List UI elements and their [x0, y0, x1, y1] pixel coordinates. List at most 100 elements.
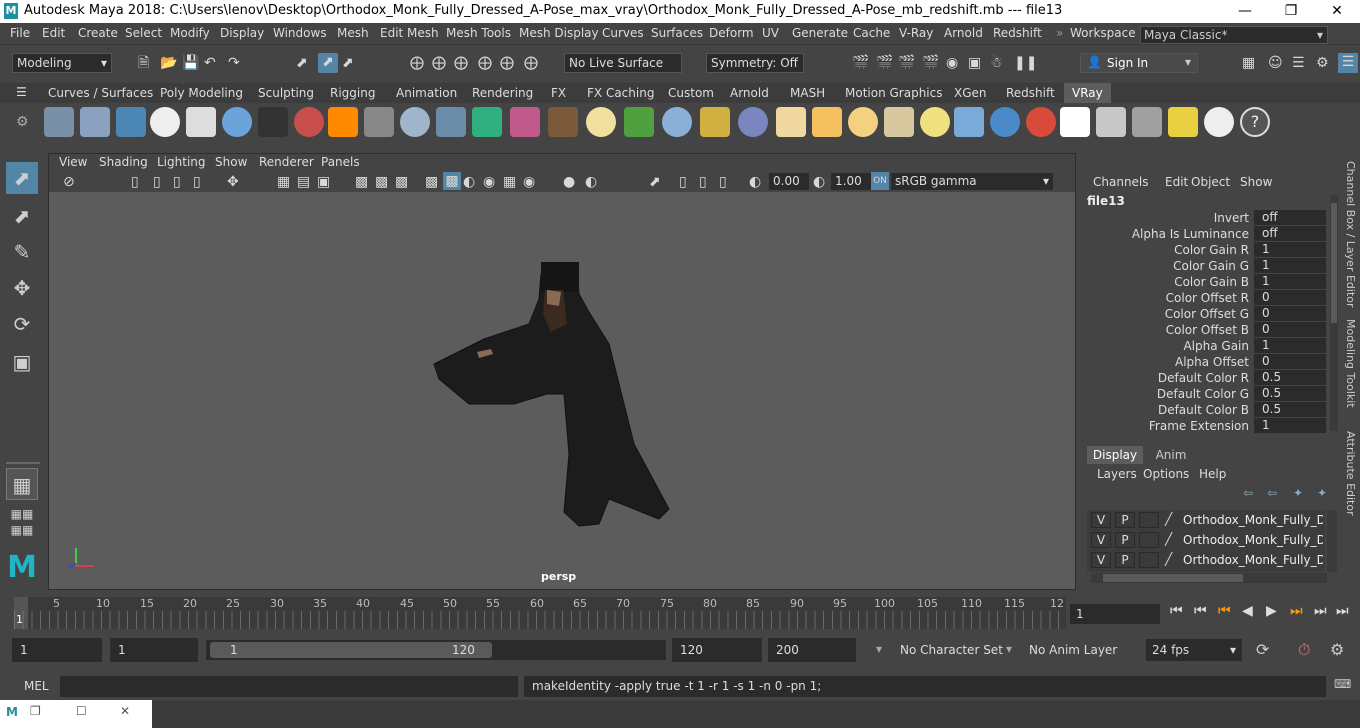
- side-tab-attribute-editor[interactable]: Attribute Editor: [1344, 431, 1357, 516]
- shelf-tab-redshift[interactable]: Redshift: [1006, 86, 1055, 100]
- vray-sun-icon[interactable]: [920, 107, 950, 137]
- snap-grid-icon[interactable]: ⨁: [410, 54, 424, 72]
- snap-curve-icon[interactable]: ⨁: [432, 54, 446, 72]
- layer-visibility-toggle[interactable]: V: [1091, 532, 1111, 548]
- open-scene-icon[interactable]: 📂: [160, 54, 177, 72]
- attr-row-color-gain-r[interactable]: Color Gain R 1: [1085, 242, 1329, 258]
- vray-light-lister-icon[interactable]: [1168, 107, 1198, 137]
- save-scene-icon[interactable]: 💾: [182, 54, 199, 72]
- viewport-menu-panels[interactable]: Panels: [321, 155, 360, 169]
- shelf-tab-motion-graphics[interactable]: Motion Graphics: [845, 86, 943, 100]
- shelf-tab-poly-modeling[interactable]: Poly Modeling: [160, 86, 243, 100]
- attr-row-alpha-is-luminance[interactable]: Alpha Is Luminance off: [1085, 226, 1329, 242]
- menu-curves[interactable]: Curves: [602, 26, 644, 40]
- viewport-menu-shading[interactable]: Shading: [99, 155, 148, 169]
- close-icon[interactable]: ✕: [1314, 0, 1360, 23]
- menu-redshift[interactable]: Redshift: [993, 26, 1042, 40]
- maximize-icon[interactable]: ❐: [1268, 0, 1314, 23]
- menu-mesh[interactable]: Mesh: [337, 26, 369, 40]
- channel-menu-object[interactable]: Object: [1191, 175, 1230, 189]
- menu-select[interactable]: Select: [125, 26, 162, 40]
- snap-live-icon[interactable]: ⨁: [524, 54, 538, 72]
- command-input[interactable]: [60, 676, 518, 697]
- tab-display[interactable]: Display: [1087, 446, 1143, 464]
- shadows-icon[interactable]: ▩: [395, 173, 408, 191]
- scrollbar-thumb[interactable]: [1103, 574, 1243, 582]
- vray-sky-icon[interactable]: [954, 107, 984, 137]
- script-editor-icon[interactable]: ⌨: [1334, 677, 1351, 691]
- smooth-shade-icon[interactable]: ▣: [317, 173, 330, 191]
- attr-value[interactable]: off: [1254, 226, 1326, 241]
- animation-preferences-icon[interactable]: ⚙: [1330, 640, 1344, 659]
- range-slider-handle[interactable]: 1 120: [210, 642, 492, 658]
- scrollbar-thumb[interactable]: [1331, 203, 1337, 323]
- vray-render-icon[interactable]: ▣: [968, 54, 981, 72]
- viewport-menu-show[interactable]: Show: [215, 155, 247, 169]
- menu-modify[interactable]: Modify: [170, 26, 210, 40]
- attr-value[interactable]: 1: [1254, 258, 1326, 273]
- layer-row[interactable]: V P ╱ Orthodox_Monk_Fully_Dres: [1091, 532, 1327, 550]
- command-language-label[interactable]: MEL: [24, 679, 49, 693]
- tool-settings-icon[interactable]: ⚙: [1316, 54, 1329, 72]
- play-forward-icon[interactable]: ▶: [1266, 603, 1277, 619]
- snap-view-icon[interactable]: ⨁: [478, 54, 492, 72]
- select-object-icon[interactable]: ⬈: [318, 53, 338, 73]
- two-side-lighting-icon[interactable]: ▯: [679, 173, 687, 191]
- select-tool-icon[interactable]: ⬈: [6, 162, 38, 194]
- layer-menu-help[interactable]: Help: [1199, 467, 1226, 481]
- symmetry-dropdown[interactable]: Symmetry: Off: [706, 53, 804, 73]
- attr-value[interactable]: 1: [1254, 274, 1326, 289]
- vray-ies-light-icon[interactable]: [884, 107, 914, 137]
- next-key-icon[interactable]: ⏭: [1290, 603, 1303, 619]
- select-camera-icon[interactable]: ⬈: [649, 173, 661, 191]
- move-camera-icon[interactable]: ✥: [227, 173, 239, 191]
- attr-value[interactable]: off: [1254, 210, 1326, 225]
- channel-menu-channels[interactable]: Channels: [1093, 175, 1149, 189]
- vray-log-icon[interactable]: [186, 107, 216, 137]
- channel-box-scrollbar[interactable]: [1330, 195, 1338, 431]
- shelf-menu-icon[interactable]: ☰: [16, 85, 27, 99]
- shelf-tab-vray[interactable]: VRay: [1064, 83, 1111, 103]
- paint-select-tool-icon[interactable]: ✎: [6, 236, 38, 268]
- backface-culling-icon[interactable]: ▯: [699, 173, 707, 191]
- prev-key-icon[interactable]: ⏮: [1218, 603, 1231, 619]
- film-gate-icon[interactable]: ▯: [173, 173, 181, 191]
- redo-icon[interactable]: ↷: [228, 54, 240, 72]
- attr-value[interactable]: 0.5: [1254, 402, 1326, 417]
- select-hierarchy-icon[interactable]: ⬈: [296, 54, 308, 72]
- new-scene-icon[interactable]: 🗎: [138, 54, 149, 72]
- playback-end-field[interactable]: 120: [672, 638, 762, 662]
- attr-row-color-gain-g[interactable]: Color Gain G 1: [1085, 258, 1329, 274]
- layer-playback-toggle[interactable]: P: [1115, 532, 1135, 548]
- tab-anim[interactable]: Anim: [1149, 446, 1193, 464]
- scale-tool-icon[interactable]: ▣: [6, 346, 38, 378]
- vray-logo-icon[interactable]: [150, 107, 180, 137]
- viewport-menu-lighting[interactable]: Lighting: [157, 155, 206, 169]
- attr-value[interactable]: 0.5: [1254, 386, 1326, 401]
- monk-character-model[interactable]: [429, 254, 689, 529]
- vray-plane-icon[interactable]: [364, 107, 394, 137]
- vray-displacement-icon[interactable]: [662, 107, 692, 137]
- menu-mesh-tools[interactable]: Mesh Tools: [446, 26, 511, 40]
- hypershade-icon[interactable]: ◉: [946, 54, 958, 72]
- layer-color-swatch-icon[interactable]: ╱: [1165, 512, 1172, 526]
- close-icon[interactable]: ✕: [120, 704, 130, 718]
- vray-fire-icon[interactable]: [328, 107, 358, 137]
- vray-texture-icon[interactable]: [548, 107, 578, 137]
- shelf-settings-icon[interactable]: ⚙: [16, 114, 29, 130]
- menu-arnold[interactable]: Arnold: [944, 26, 983, 40]
- attr-row-default-color-g[interactable]: Default Color G 0.5: [1085, 386, 1329, 402]
- layer-display-type-toggle[interactable]: [1139, 512, 1159, 528]
- render-view-icon[interactable]: 🎬: [876, 54, 893, 72]
- layer-vertical-scrollbar[interactable]: [1327, 510, 1337, 572]
- bounding-box-icon[interactable]: ▯: [719, 173, 727, 191]
- play-backward-icon[interactable]: ◀: [1242, 603, 1253, 619]
- attr-row-default-color-r[interactable]: Default Color R 0.5: [1085, 370, 1329, 386]
- lasso-tool-icon[interactable]: ⬈: [6, 200, 38, 232]
- shelf-tab-custom[interactable]: Custom: [668, 86, 714, 100]
- shelf-tab-sculpting[interactable]: Sculpting: [258, 86, 314, 100]
- gamma-field[interactable]: 1.00: [831, 173, 871, 190]
- undo-icon[interactable]: ↶: [204, 54, 216, 72]
- layer-row[interactable]: V P ╱ Orthodox_Monk_Fully_Dres: [1091, 512, 1327, 530]
- new-layer-selected-icon[interactable]: ✦: [1317, 486, 1327, 500]
